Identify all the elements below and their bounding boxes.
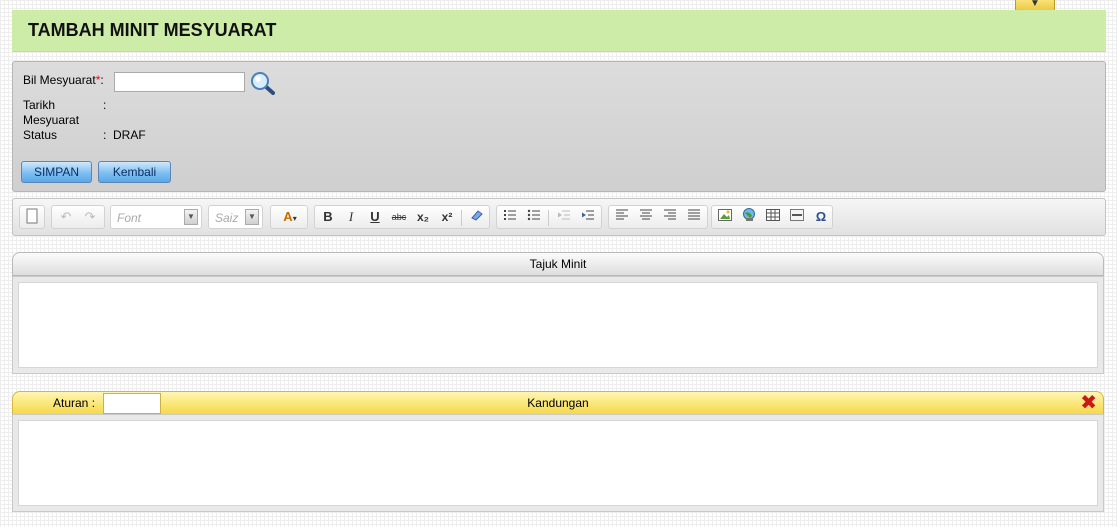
page-header: TAMBAH MINIT MESYUARAT xyxy=(12,10,1106,52)
strikethrough-icon[interactable]: abc xyxy=(389,208,409,226)
size-select[interactable]: Saiz ▼ xyxy=(208,205,263,229)
align-center-icon[interactable] xyxy=(636,208,656,226)
chevron-down-icon: ▼ xyxy=(245,209,259,225)
toolbar-group-lists xyxy=(496,205,602,229)
omega-icon[interactable]: Ω xyxy=(811,208,831,226)
aturan-input[interactable] xyxy=(103,393,161,414)
toolbar-group-insert: Ω xyxy=(711,205,833,229)
table-icon[interactable] xyxy=(763,208,783,226)
font-select[interactable]: Font ▼ xyxy=(110,205,202,229)
toolbar-separator xyxy=(548,210,549,226)
mesyuarat-label: Mesyuarat xyxy=(23,113,80,127)
font-color-icon[interactable]: A▾ xyxy=(275,208,305,226)
new-page-icon[interactable] xyxy=(22,208,42,226)
size-placeholder: Saiz xyxy=(215,211,239,225)
kandungan-editor[interactable] xyxy=(18,420,1098,506)
simpan-button[interactable]: SIMPAN xyxy=(21,161,92,183)
horizontal-rule-icon[interactable] xyxy=(787,208,807,226)
font-placeholder: Font xyxy=(117,211,142,225)
indent-icon[interactable] xyxy=(578,208,598,226)
image-icon[interactable] xyxy=(715,208,735,226)
numbered-list-icon[interactable] xyxy=(500,208,520,226)
aturan-label: Aturan : xyxy=(53,396,96,410)
superscript-icon[interactable]: x² xyxy=(437,208,457,226)
outdent-icon[interactable] xyxy=(554,208,574,226)
status-colon: : xyxy=(103,128,107,142)
tajuk-minit-panel xyxy=(12,276,1104,374)
toolbar-group-color: A▾ xyxy=(270,205,308,229)
status-row: Status : DRAF xyxy=(23,128,183,143)
italic-icon[interactable]: I xyxy=(341,208,361,226)
align-right-icon[interactable] xyxy=(660,208,680,226)
kembali-button[interactable]: Kembali xyxy=(98,161,171,183)
toolbar-group-history: ↶ ↷ xyxy=(51,205,105,229)
editor-toolbar: ↶ ↷ Font ▼ Saiz ▼ A▾ B I U abc x₂ x² Ω xyxy=(12,198,1106,236)
justify-icon[interactable] xyxy=(684,208,704,226)
bold-icon[interactable]: B xyxy=(318,208,338,226)
link-globe-icon[interactable] xyxy=(739,208,759,226)
tarikh-label: Tarikh xyxy=(23,98,56,112)
page-title: TAMBAH MINIT MESYUARAT xyxy=(28,20,277,40)
meeting-form-panel: Bil Mesyuarat*: Tarikh Mesyuarat : Statu… xyxy=(12,61,1106,192)
status-label: Status xyxy=(23,128,58,142)
tarikh-mesyuarat-row: Tarikh Mesyuarat : xyxy=(23,98,183,128)
toolbar-group-page xyxy=(19,205,45,229)
kandungan-title: Kandungan xyxy=(527,396,589,410)
tajuk-minit-editor[interactable] xyxy=(18,282,1098,368)
subscript-icon[interactable]: x₂ xyxy=(413,208,433,226)
redo-icon[interactable]: ↷ xyxy=(80,208,100,226)
tajuk-minit-title: Tajuk Minit xyxy=(529,257,587,271)
tarikh-colon: : xyxy=(103,98,107,112)
bil-mesyuarat-label: Bil Mesyuarat*: xyxy=(23,73,104,87)
align-left-icon[interactable] xyxy=(612,208,632,226)
tajuk-minit-header: Tajuk Minit xyxy=(12,252,1104,276)
bil-mesyuarat-input[interactable] xyxy=(114,72,245,92)
status-value: DRAF xyxy=(113,128,146,142)
underline-icon[interactable]: U xyxy=(365,208,385,226)
toolbar-group-format: B I U abc x₂ x² xyxy=(314,205,490,229)
bullet-list-icon[interactable] xyxy=(524,208,544,226)
search-icon[interactable] xyxy=(250,71,276,97)
toolbar-group-align xyxy=(608,205,708,229)
toolbar-separator xyxy=(461,210,462,226)
kandungan-header: Aturan : Kandungan ✖ xyxy=(12,391,1104,415)
eraser-icon[interactable] xyxy=(467,208,487,226)
kandungan-panel xyxy=(12,414,1104,512)
chevron-down-icon: ▼ xyxy=(184,209,198,225)
close-icon[interactable]: ✖ xyxy=(1080,393,1097,413)
undo-icon[interactable]: ↶ xyxy=(56,208,76,226)
